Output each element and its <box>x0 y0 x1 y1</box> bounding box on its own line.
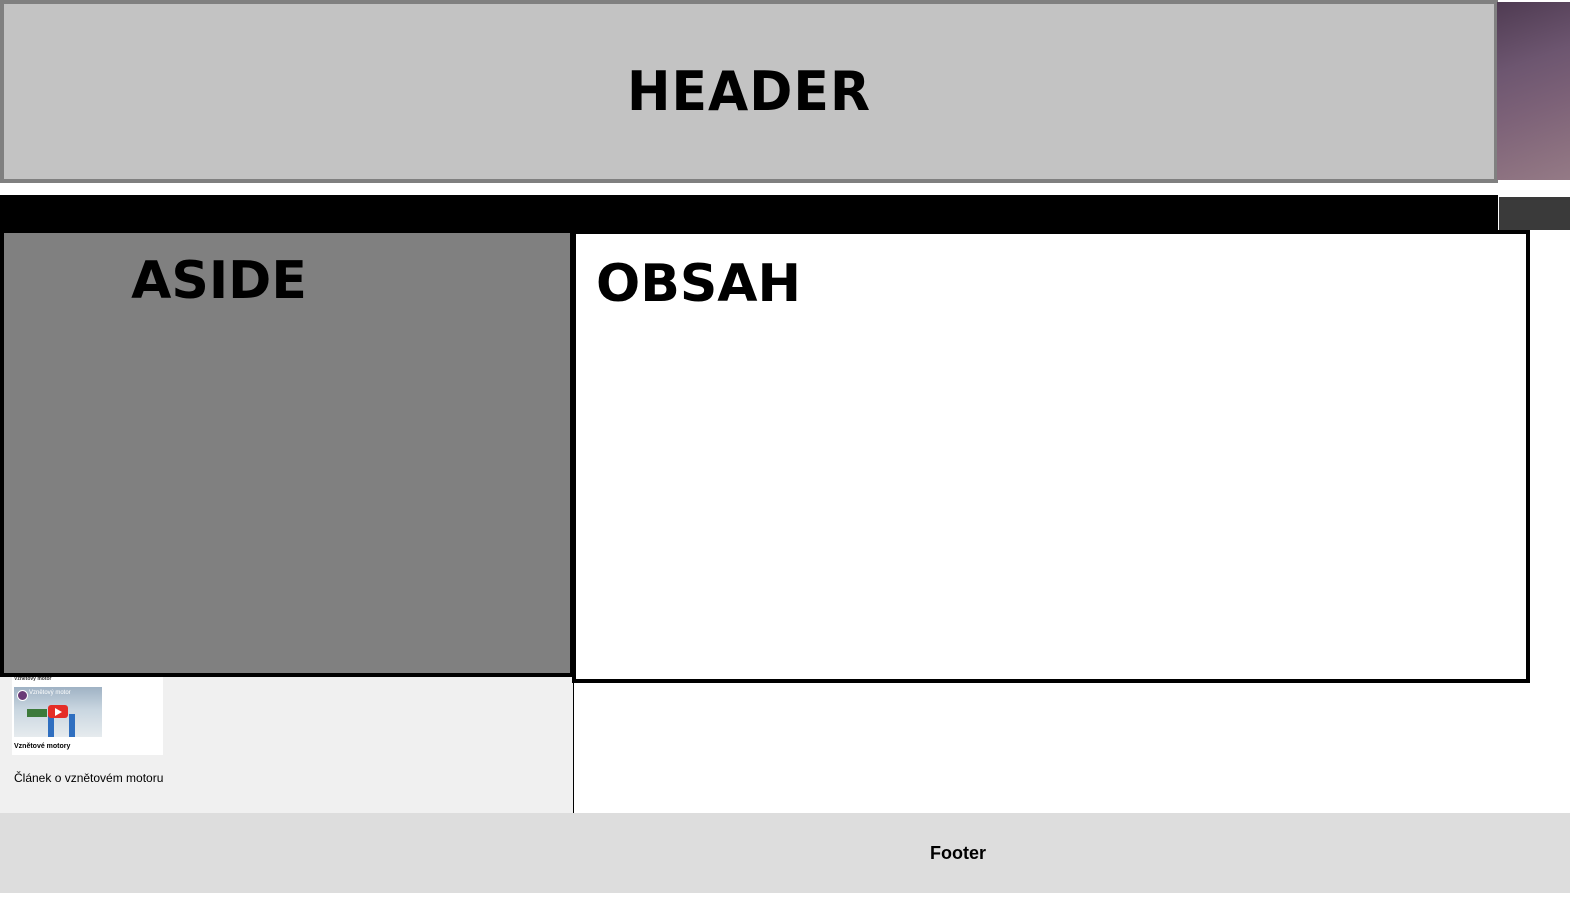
play-triangle-icon <box>55 707 62 716</box>
header-title: HEADER <box>626 60 871 123</box>
main-content: OBSAH <box>572 230 1530 683</box>
video-caption: Vznětové motory <box>14 743 71 750</box>
page: HEADER Vznětový motor Vznětový motor Vzn… <box>0 0 1570 898</box>
page-footer: Footer <box>0 813 1570 893</box>
channel-avatar-icon <box>17 690 28 701</box>
footer-text: Footer <box>930 842 986 863</box>
navigation-bar-extension <box>1499 197 1570 230</box>
aside-title: ASIDE <box>131 251 307 311</box>
thumbnail-cylinder-graphic <box>69 714 75 737</box>
article-link[interactable]: Článek o vznětovém motoru <box>14 771 163 785</box>
aside-panel: ASIDE <box>0 229 574 677</box>
video-thumbnail-title: Vznětový motor <box>29 690 71 696</box>
navigation-bar <box>0 195 1498 230</box>
main-title: OBSAH <box>596 254 802 314</box>
page-header: HEADER <box>0 0 1498 183</box>
video-thumbnail[interactable]: Vznětový motor <box>14 687 102 737</box>
aside-lower-panel: Vznětový motor Vznětový motor Vznětové m… <box>0 675 574 813</box>
video-embed[interactable]: Vznětový motor Vznětový motor Vznětové m… <box>12 675 163 755</box>
play-button-icon[interactable] <box>48 705 68 718</box>
thumbnail-sign-graphic <box>27 709 47 717</box>
header-background-image <box>1497 2 1570 180</box>
